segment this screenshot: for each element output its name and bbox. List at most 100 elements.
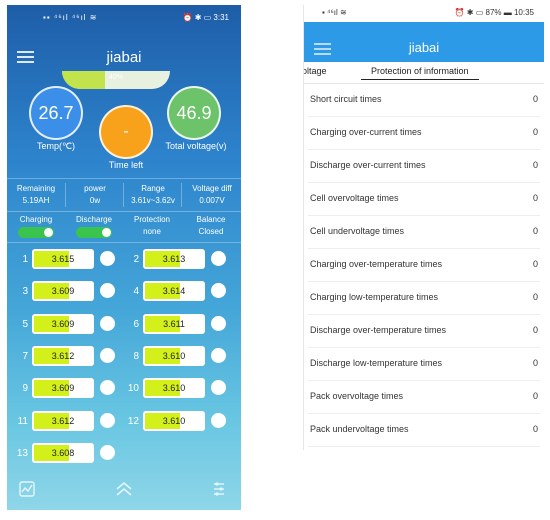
status-right: ⏰ ✱ ▭ 87% ▬ 10:35 bbox=[454, 8, 534, 17]
battery-monitor-screen: ▪▪ ⁴⁶ıl ⁴⁶ıl ≋ ⏰ ✱ ▭ 3:31 jiabai 40% 26.… bbox=[7, 5, 241, 510]
tab-protection-info[interactable]: Protection of information bbox=[361, 66, 479, 80]
cell-voltage: 3.612 bbox=[51, 415, 75, 426]
cell-index: 2 bbox=[133, 254, 139, 265]
cell-battery: 3.609 bbox=[32, 281, 94, 302]
cell-item: 5 3.609 bbox=[14, 313, 115, 336]
cell-battery: 3.609 bbox=[32, 313, 94, 334]
stat-voltage-diff: Voltage diff 0.007V bbox=[181, 183, 241, 207]
stat-power: power 0w bbox=[65, 183, 124, 207]
list-item: Short circuit times 0 bbox=[308, 83, 540, 117]
cell-index: 7 bbox=[22, 350, 28, 362]
cell-item: 4 3.614 bbox=[125, 281, 226, 303]
time-left-label: Time left bbox=[108, 160, 144, 170]
protection-label: Discharge low-temperature times bbox=[310, 358, 443, 368]
cell-item: 6 3.611 bbox=[125, 313, 226, 336]
total-voltage-value: 46.9 bbox=[176, 102, 212, 123]
balance-status: Balance Closed bbox=[181, 214, 241, 238]
list-item: Pack overvoltage times 0 bbox=[308, 380, 540, 414]
stat-value: 5.19AH bbox=[22, 196, 50, 205]
cell-voltage: 3.610 bbox=[162, 415, 186, 426]
cell-battery: 3.611 bbox=[143, 313, 205, 334]
protection-value: none bbox=[143, 227, 161, 236]
cell-battery: 3.613 bbox=[143, 249, 205, 269]
cell-item: 12 3.610 bbox=[125, 410, 226, 433]
double-chevron-up-icon[interactable] bbox=[115, 481, 133, 500]
cell-balance-indicator bbox=[100, 380, 115, 396]
cell-voltage: 3.609 bbox=[51, 318, 75, 329]
cell-battery: 3.614 bbox=[143, 281, 205, 302]
stat-range: Range 3.61v~3.62v bbox=[123, 183, 182, 207]
protection-status: Protection none bbox=[123, 214, 181, 238]
cell-index: 12 bbox=[127, 415, 139, 427]
stat-remaining: Remaining 5.19AH bbox=[7, 183, 65, 207]
app-header: jiabai bbox=[304, 22, 544, 62]
stat-value: 0.007V bbox=[199, 196, 225, 205]
cell-item: 9 3.609 bbox=[14, 378, 115, 400]
cell-battery: 3.610 bbox=[143, 378, 205, 399]
charging-toggle[interactable] bbox=[18, 227, 54, 238]
protection-count: 0 bbox=[532, 193, 538, 203]
cell-voltage: 3.611 bbox=[163, 318, 185, 329]
cell-battery: 3.612 bbox=[32, 410, 94, 431]
cell-item: 11 3.612 bbox=[14, 410, 115, 433]
cell-voltage: 3.614 bbox=[162, 286, 186, 297]
time-left-circle: - bbox=[99, 105, 153, 159]
discharge-toggle[interactable] bbox=[76, 227, 112, 238]
cell-balance-indicator bbox=[211, 380, 226, 396]
cell-battery: 3.612 bbox=[32, 345, 94, 366]
cell-voltage: 3.609 bbox=[51, 286, 75, 297]
protection-label: Pack undervoltage times bbox=[310, 424, 409, 434]
total-voltage-circle: 46.9 bbox=[167, 86, 221, 140]
discharge-control: Discharge bbox=[65, 214, 123, 238]
cell-index: 5 bbox=[22, 318, 28, 330]
protection-label: Discharge over-temperature times bbox=[310, 325, 447, 335]
cell-index: 6 bbox=[133, 318, 139, 330]
controls-row: Charging Discharge Protection none Balan… bbox=[7, 211, 241, 243]
protection-count: 0 bbox=[532, 160, 538, 170]
cell-item: 7 3.612 bbox=[14, 345, 115, 368]
discharge-label: Discharge bbox=[75, 215, 112, 224]
protection-count: 0 bbox=[532, 127, 538, 137]
cell-voltage: 3.613 bbox=[162, 254, 186, 264]
cell-index: 8 bbox=[133, 350, 139, 362]
status-left: ▪ ⁴⁶ıl ≋ bbox=[322, 8, 347, 17]
total-voltage-label: Total voltage(v) bbox=[165, 141, 227, 151]
cell-balance-indicator bbox=[211, 347, 226, 363]
protection-label: Cell overvoltage times bbox=[310, 193, 399, 203]
cell-index: 13 bbox=[16, 447, 28, 459]
balance-value: Closed bbox=[198, 227, 224, 236]
settings-list-icon[interactable] bbox=[212, 481, 226, 500]
cell-item: 10 3.610 bbox=[125, 378, 226, 400]
cell-balance-indicator bbox=[100, 347, 115, 363]
protection-count: 0 bbox=[532, 226, 538, 236]
stat-value: 0w bbox=[89, 196, 101, 205]
app-title: jiabai bbox=[106, 49, 142, 66]
temperature-circle: 26.7 bbox=[29, 86, 83, 140]
time-left-value: - bbox=[123, 123, 129, 140]
cell-battery: 3.610 bbox=[143, 410, 205, 431]
protection-label: Protection bbox=[133, 215, 171, 224]
cell-balance-indicator bbox=[100, 315, 115, 331]
list-item: Cell overvoltage times 0 bbox=[308, 182, 540, 216]
stat-value: 3.61v~3.62v bbox=[131, 196, 175, 205]
cell-item: 8 3.610 bbox=[125, 345, 226, 368]
chart-icon[interactable] bbox=[19, 481, 35, 500]
cell-balance-indicator bbox=[211, 283, 226, 299]
protection-count: 0 bbox=[532, 292, 538, 302]
temperature-label: Temp(℃) bbox=[36, 141, 76, 151]
protection-count: 0 bbox=[532, 358, 538, 368]
protection-count: 0 bbox=[532, 325, 538, 335]
list-item: Pack undervoltage times 0 bbox=[308, 413, 540, 447]
protection-label: Discharge over-current times bbox=[310, 160, 426, 170]
protection-count: 0 bbox=[532, 94, 538, 104]
list-item: Cell undervoltage times 0 bbox=[308, 215, 540, 249]
cell-item: 13 3.608 bbox=[14, 442, 115, 465]
status-bar: ▪ ⁴⁶ıl ≋ ⏰ ✱ ▭ 87% ▬ 10:35 bbox=[304, 5, 544, 22]
cell-battery: 3.615 bbox=[32, 249, 94, 269]
status-bar: ▪▪ ⁴⁶ıl ⁴⁶ıl ≋ ⏰ ✱ ▭ 3:31 bbox=[7, 5, 241, 31]
tab-voltage[interactable]: oltage bbox=[304, 66, 327, 76]
temperature-value: 26.7 bbox=[38, 102, 74, 123]
stats-row: Remaining 5.19AH power 0w Range 3.61v~3.… bbox=[7, 178, 241, 212]
cell-balance-indicator bbox=[211, 251, 226, 266]
cell-battery: 3.609 bbox=[32, 378, 94, 399]
